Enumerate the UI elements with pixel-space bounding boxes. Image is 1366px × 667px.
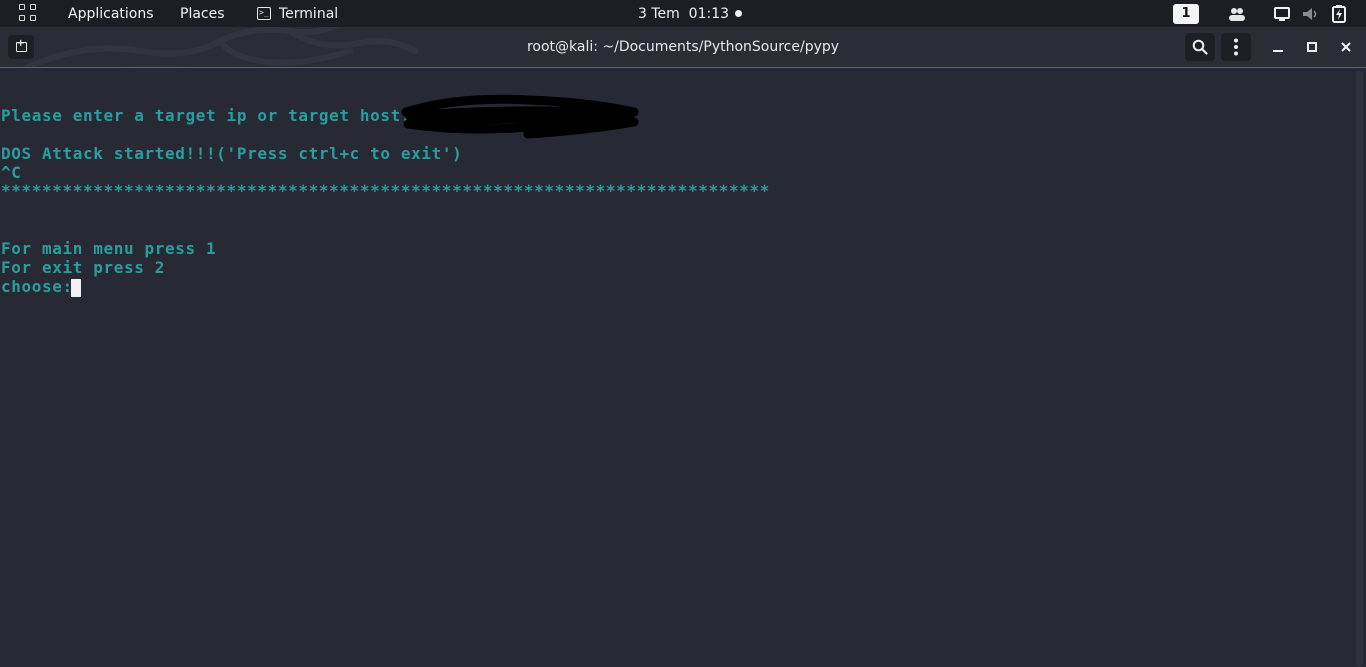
terminal-line-prompt: Please enter a target ip or target host: (1, 106, 412, 125)
search-icon (1192, 39, 1208, 55)
menu-button[interactable] (1221, 33, 1251, 61)
maximize-button[interactable] (1302, 37, 1322, 57)
search-button[interactable] (1185, 33, 1215, 61)
workspace-indicator[interactable]: 1 (1173, 0, 1199, 27)
terminal-scrollbar[interactable] (1356, 71, 1363, 667)
redaction-scribble (401, 94, 639, 139)
clock[interactable]: 3 Tem 01:13 (638, 0, 743, 27)
minimize-icon (1273, 50, 1283, 52)
terminal-line-separator: ****************************************… (1, 181, 770, 200)
terminal-line-dos-started: DOS Attack started!!!('Press ctrl+c to e… (1, 144, 463, 163)
terminal-cursor (71, 279, 81, 297)
applications-menu[interactable]: Applications (68, 0, 154, 27)
terminal-line-choose: choose: (1, 277, 73, 296)
terminal-line-ctrl-c: ^C (1, 163, 22, 182)
terminal-icon: >_ (257, 7, 271, 20)
places-menu[interactable]: Places (180, 0, 225, 27)
kebab-menu-icon (1234, 38, 1238, 56)
notification-dot-icon (735, 10, 743, 17)
terminal-line-main-menu: For main menu press 1 (1, 239, 217, 258)
display-icon[interactable] (1274, 0, 1290, 27)
terminal-app-label: Terminal (279, 5, 339, 22)
window-title: root@kali: ~/Documents/PythonSource/pypy (526, 39, 840, 55)
close-icon (1341, 42, 1351, 52)
terminal-app-menu[interactable]: >_ Terminal (257, 0, 338, 27)
minimize-button[interactable] (1268, 37, 1288, 57)
grid-icon[interactable] (19, 4, 38, 23)
top-bar: Applications Places >_ Terminal 3 Tem 01… (0, 0, 1366, 27)
people-icon[interactable] (1228, 0, 1246, 27)
battery-charging-icon[interactable] (1332, 0, 1346, 27)
window-header: root@kali: ~/Documents/PythonSource/pypy (0, 27, 1366, 67)
workspace-badge: 1 (1173, 3, 1199, 24)
applications-label: Applications (68, 5, 154, 22)
clock-label: 3 Tem 01:13 (638, 5, 730, 22)
places-label: Places (180, 5, 225, 22)
volume-muted-icon[interactable] (1302, 0, 1320, 27)
terminal-line-exit: For exit press 2 (1, 258, 166, 277)
close-button[interactable] (1336, 37, 1356, 57)
maximize-icon (1307, 42, 1317, 52)
